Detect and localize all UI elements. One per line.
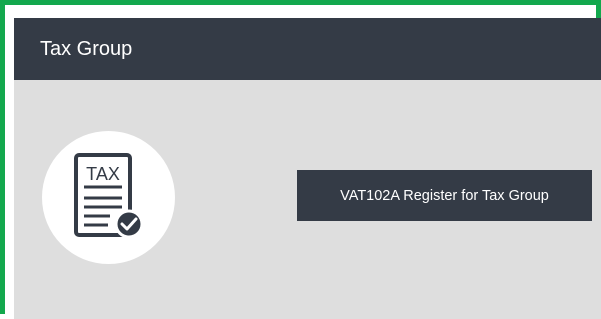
tax-icon-label: TAX (86, 164, 120, 184)
panel-title: Tax Group (40, 37, 133, 60)
tax-document-icon-container: TAX (42, 131, 175, 264)
highlight-frame: Tax Group TAX VAT102A Register for Tax G (0, 0, 601, 319)
tax-group-panel: Tax Group TAX VAT102A Register for Tax G (14, 18, 601, 319)
tax-document-check-icon: TAX (74, 153, 144, 239)
panel-header: Tax Group (14, 18, 601, 80)
vat102a-register-button[interactable]: VAT102A Register for Tax Group (297, 170, 592, 221)
